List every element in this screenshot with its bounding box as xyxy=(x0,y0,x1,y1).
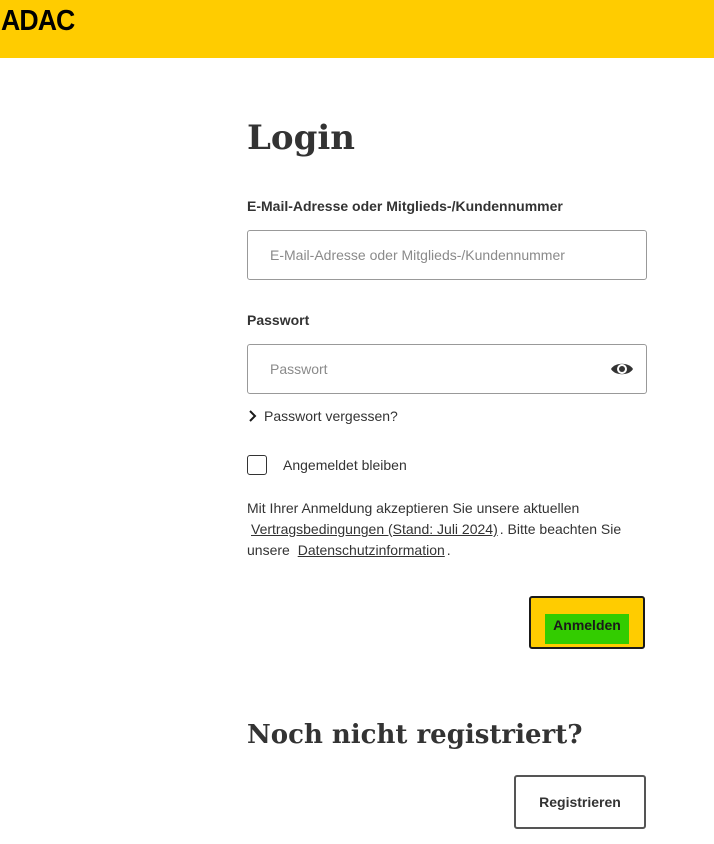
terms-text-1: Mit Ihrer Anmeldung akzeptieren Sie unse… xyxy=(247,500,580,516)
email-field-wrapper xyxy=(247,230,647,280)
login-button[interactable]: Anmelden xyxy=(529,596,645,649)
forgot-password-link[interactable]: Passwort vergessen? xyxy=(247,408,398,424)
login-button-label: Anmelden xyxy=(545,614,629,644)
email-label: E-Mail-Adresse oder Mitglieds-/Kundennum… xyxy=(247,198,563,214)
forgot-password-label: Passwort vergessen? xyxy=(264,408,398,424)
register-heading: Noch nicht registriert? xyxy=(247,720,583,750)
email-input[interactable] xyxy=(248,231,590,279)
password-input[interactable] xyxy=(248,345,590,393)
page-title: Login xyxy=(247,118,355,158)
terms-text-3: . xyxy=(446,542,451,558)
adac-logo[interactable]: ADAC xyxy=(1,5,75,38)
password-field-wrapper xyxy=(247,344,647,394)
terms-link[interactable]: Vertragsbedingungen (Stand: Juli 2024) xyxy=(251,521,498,537)
header-bar: ADAC xyxy=(0,0,714,58)
remember-me-checkbox[interactable] xyxy=(247,455,267,475)
remember-me: Angemeldet bleiben xyxy=(247,455,407,475)
register-button[interactable]: Registrieren xyxy=(514,775,646,829)
terms-notice: Mit Ihrer Anmeldung akzeptieren Sie unse… xyxy=(247,498,647,561)
password-label: Passwort xyxy=(247,312,310,328)
remember-me-label: Angemeldet bleiben xyxy=(283,457,407,473)
chevron-right-icon xyxy=(247,409,259,423)
eye-icon[interactable] xyxy=(610,359,634,379)
privacy-link[interactable]: Datenschutzinformation xyxy=(298,542,445,558)
